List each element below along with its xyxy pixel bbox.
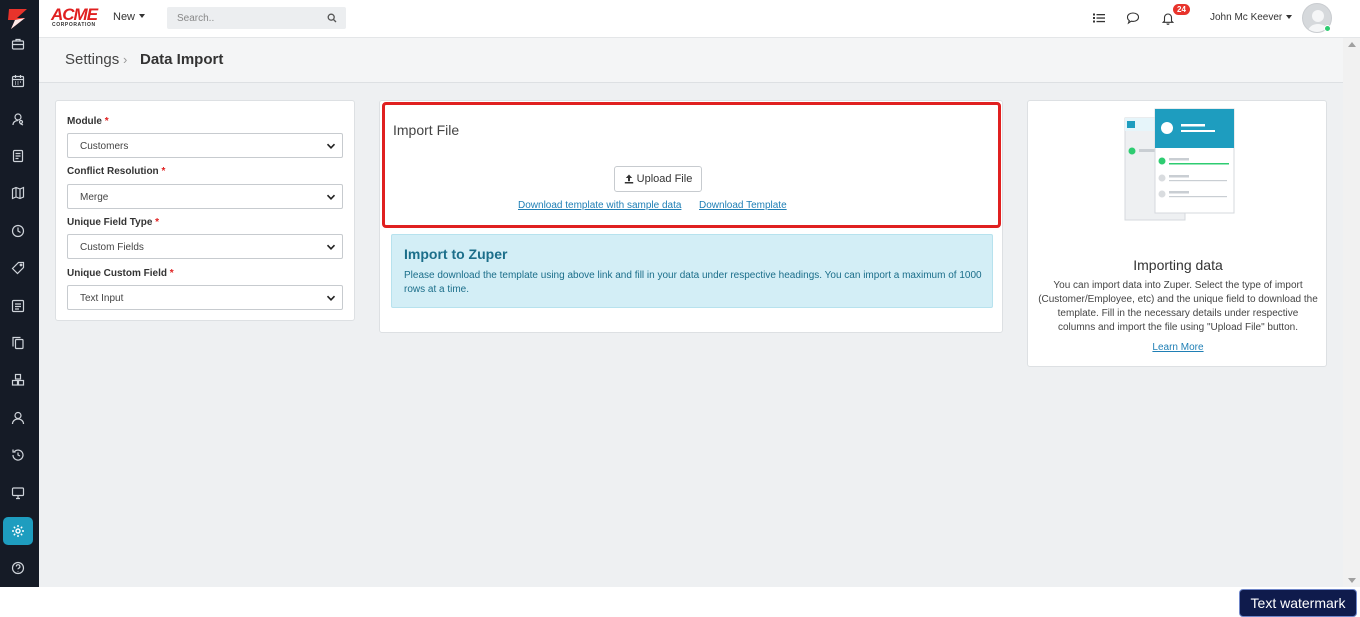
sidebar-item-pricing[interactable] [3, 255, 33, 281]
sidebar-item-jobs[interactable] [3, 31, 33, 57]
chevron-down-icon [326, 295, 336, 301]
top-bar: ACME CORPORATION New 24 John Mc Keever [39, 0, 1360, 38]
download-sample-template-link[interactable]: Download template with sample data [518, 200, 681, 211]
help-circle-icon [11, 561, 25, 575]
chevron-down-icon [326, 194, 336, 200]
breadcrumb: Settings › Data Import [39, 38, 1343, 83]
calendar-icon [11, 75, 25, 88]
online-status-dot [1324, 25, 1331, 32]
learn-more-link[interactable]: Learn More [1028, 342, 1328, 353]
sidebar-item-help[interactable] [3, 555, 33, 581]
sidebar-item-users[interactable] [3, 405, 33, 431]
history-icon [12, 449, 24, 461]
info-title: Import to Zuper [404, 246, 508, 262]
map-icon [11, 186, 25, 200]
sidebar-item-reports[interactable] [3, 293, 33, 319]
download-template-link[interactable]: Download Template [699, 200, 787, 211]
sidebar-item-dispatch[interactable] [3, 106, 33, 132]
zuper-logo-icon[interactable] [5, 6, 31, 32]
app-window: ACME CORPORATION New 24 John Mc Keever S… [0, 0, 1360, 587]
list-icon[interactable] [1092, 11, 1106, 25]
upload-file-label: Upload File [636, 173, 693, 185]
document-icon [12, 149, 24, 163]
boxes-icon [11, 373, 25, 386]
caret-down-icon [139, 14, 146, 18]
sidebar-item-map[interactable] [3, 180, 33, 206]
sidebar-item-history[interactable] [3, 442, 33, 468]
module-label: Module * [67, 116, 109, 127]
chevron-down-icon [326, 143, 336, 149]
user-icon [11, 411, 25, 425]
import-file-card: Import File Upload File Download templat… [379, 100, 1003, 333]
clock-icon [11, 224, 25, 238]
text-watermark: Text watermark [1239, 589, 1357, 617]
unique-field-type-value: Custom Fields [80, 242, 144, 253]
breadcrumb-settings-link[interactable]: Settings [65, 51, 119, 68]
required-mark: * [169, 268, 174, 279]
bell-icon[interactable] [1161, 11, 1175, 25]
sidebar [0, 0, 39, 587]
importing-data-description: You can import data into Zuper. Select t… [1038, 280, 1318, 333]
caret-down-icon [1286, 15, 1293, 19]
module-select[interactable]: Customers [67, 133, 343, 158]
data-import-illustration-icon [1124, 108, 1235, 221]
search-icon[interactable] [327, 13, 337, 23]
module-value: Customers [80, 141, 129, 152]
import-info-box: Import to Zuper Please download the temp… [391, 234, 993, 308]
import-file-title: Import File [393, 122, 460, 138]
gear-icon [12, 525, 24, 537]
info-text: Please download the template using above… [404, 270, 982, 295]
required-mark: * [161, 166, 166, 177]
unique-custom-field-label: Unique Custom Field * [67, 268, 174, 279]
conflict-resolution-select[interactable]: Merge [67, 184, 343, 209]
search-input[interactable] [167, 7, 317, 29]
importing-data-help-card: Importing data You can import data into … [1027, 100, 1327, 367]
chevron-down-icon [326, 244, 336, 250]
conflict-resolution-label: Conflict Resolution * [67, 166, 166, 177]
sidebar-item-schedule[interactable] [3, 68, 33, 94]
search-box[interactable] [167, 7, 346, 29]
sidebar-item-inventory[interactable] [3, 367, 33, 393]
sidebar-item-invoices[interactable] [3, 143, 33, 169]
breadcrumb-separator: › [123, 52, 128, 67]
briefcase-icon [11, 38, 25, 50]
page-title: Data Import [140, 51, 224, 68]
notification-badge: 24 [1173, 4, 1190, 15]
sidebar-item-settings[interactable] [3, 517, 33, 545]
copy-icon [12, 336, 24, 350]
user-menu[interactable]: John Mc Keever [1210, 12, 1293, 23]
importing-data-title: Importing data [1133, 257, 1223, 273]
unique-custom-field-value: Text Input [80, 293, 124, 304]
user-name: John Mc Keever [1210, 12, 1283, 23]
required-mark: * [104, 116, 109, 127]
import-settings-card: Module * Customers Conflict Resolution *… [55, 100, 355, 321]
scroll-down-arrow-icon[interactable] [1348, 578, 1356, 583]
brand-name: ACME [51, 5, 98, 24]
conflict-resolution-value: Merge [80, 192, 109, 203]
chat-icon[interactable] [1126, 11, 1140, 25]
unique-field-type-select[interactable]: Custom Fields [67, 234, 343, 259]
import-file-highlight: Import File Upload File Download templat… [382, 102, 1001, 228]
new-label: New [113, 11, 136, 23]
vertical-scrollbar[interactable] [1343, 38, 1360, 587]
sidebar-item-timesheets[interactable] [3, 218, 33, 244]
required-mark: * [155, 217, 160, 228]
tag-icon [11, 261, 25, 275]
unique-custom-field-select[interactable]: Text Input [67, 285, 343, 310]
scroll-up-arrow-icon[interactable] [1348, 42, 1356, 47]
upload-icon [624, 174, 633, 184]
unique-field-type-label: Unique Field Type * [67, 217, 160, 228]
list-box-icon [11, 299, 25, 313]
acme-logo[interactable]: ACME CORPORATION [51, 6, 103, 30]
sidebar-item-assets[interactable] [3, 330, 33, 356]
new-menu-button[interactable]: New [113, 11, 146, 23]
user-search-icon [12, 113, 24, 126]
sidebar-item-monitor[interactable] [3, 480, 33, 506]
brand-tagline: CORPORATION [52, 22, 96, 28]
monitor-icon [11, 487, 25, 500]
upload-file-button[interactable]: Upload File [614, 166, 702, 192]
